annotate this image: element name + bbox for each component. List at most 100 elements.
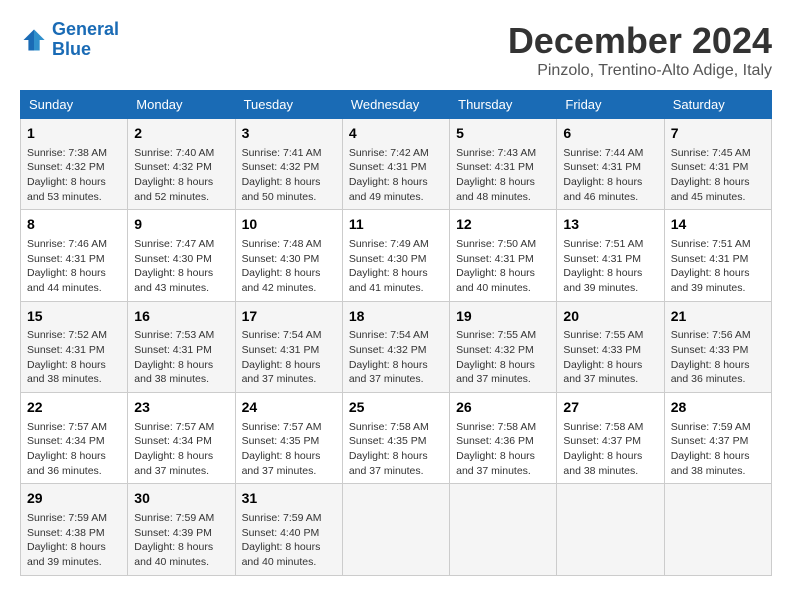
- month-title: December 2024: [508, 20, 772, 62]
- calendar-cell: 4Sunrise: 7:42 AMSunset: 4:31 PMDaylight…: [342, 119, 449, 210]
- calendar-cell: 3Sunrise: 7:41 AMSunset: 4:32 PMDaylight…: [235, 119, 342, 210]
- day-info: Sunrise: 7:53 AMSunset: 4:31 PMDaylight:…: [134, 328, 228, 387]
- day-info: Sunrise: 7:59 AMSunset: 4:38 PMDaylight:…: [27, 511, 121, 570]
- calendar-cell: 17Sunrise: 7:54 AMSunset: 4:31 PMDayligh…: [235, 301, 342, 392]
- calendar-cell: [557, 484, 664, 575]
- day-info: Sunrise: 7:48 AMSunset: 4:30 PMDaylight:…: [242, 237, 336, 296]
- calendar-header-row: SundayMondayTuesdayWednesdayThursdayFrid…: [21, 91, 772, 119]
- calendar-cell: 13Sunrise: 7:51 AMSunset: 4:31 PMDayligh…: [557, 210, 664, 301]
- day-info: Sunrise: 7:44 AMSunset: 4:31 PMDaylight:…: [563, 146, 657, 205]
- day-info: Sunrise: 7:56 AMSunset: 4:33 PMDaylight:…: [671, 328, 765, 387]
- day-info: Sunrise: 7:49 AMSunset: 4:30 PMDaylight:…: [349, 237, 443, 296]
- day-info: Sunrise: 7:41 AMSunset: 4:32 PMDaylight:…: [242, 146, 336, 205]
- calendar-cell: 28Sunrise: 7:59 AMSunset: 4:37 PMDayligh…: [664, 393, 771, 484]
- day-number: 4: [349, 124, 443, 144]
- day-info: Sunrise: 7:57 AMSunset: 4:34 PMDaylight:…: [134, 420, 228, 479]
- header-cell-saturday: Saturday: [664, 91, 771, 119]
- calendar-cell: 26Sunrise: 7:58 AMSunset: 4:36 PMDayligh…: [450, 393, 557, 484]
- location-subtitle: Pinzolo, Trentino-Alto Adige, Italy: [508, 62, 772, 80]
- day-info: Sunrise: 7:46 AMSunset: 4:31 PMDaylight:…: [27, 237, 121, 296]
- day-number: 23: [134, 398, 228, 418]
- day-number: 21: [671, 307, 765, 327]
- day-info: Sunrise: 7:54 AMSunset: 4:32 PMDaylight:…: [349, 328, 443, 387]
- calendar-cell: 16Sunrise: 7:53 AMSunset: 4:31 PMDayligh…: [128, 301, 235, 392]
- header-cell-friday: Friday: [557, 91, 664, 119]
- calendar-cell: 14Sunrise: 7:51 AMSunset: 4:31 PMDayligh…: [664, 210, 771, 301]
- day-info: Sunrise: 7:40 AMSunset: 4:32 PMDaylight:…: [134, 146, 228, 205]
- day-info: Sunrise: 7:55 AMSunset: 4:32 PMDaylight:…: [456, 328, 550, 387]
- logo: General Blue: [20, 20, 119, 60]
- page-wrapper: General Blue December 2024 Pinzolo, Tren…: [20, 20, 772, 576]
- day-number: 22: [27, 398, 121, 418]
- calendar-cell: 12Sunrise: 7:50 AMSunset: 4:31 PMDayligh…: [450, 210, 557, 301]
- day-number: 6: [563, 124, 657, 144]
- calendar-table: SundayMondayTuesdayWednesdayThursdayFrid…: [20, 90, 772, 576]
- calendar-cell: 27Sunrise: 7:58 AMSunset: 4:37 PMDayligh…: [557, 393, 664, 484]
- day-number: 9: [134, 215, 228, 235]
- day-number: 24: [242, 398, 336, 418]
- day-number: 3: [242, 124, 336, 144]
- day-number: 30: [134, 489, 228, 509]
- day-number: 29: [27, 489, 121, 509]
- calendar-cell: 23Sunrise: 7:57 AMSunset: 4:34 PMDayligh…: [128, 393, 235, 484]
- day-number: 28: [671, 398, 765, 418]
- header-cell-thursday: Thursday: [450, 91, 557, 119]
- day-info: Sunrise: 7:50 AMSunset: 4:31 PMDaylight:…: [456, 237, 550, 296]
- day-info: Sunrise: 7:57 AMSunset: 4:35 PMDaylight:…: [242, 420, 336, 479]
- day-info: Sunrise: 7:45 AMSunset: 4:31 PMDaylight:…: [671, 146, 765, 205]
- day-info: Sunrise: 7:54 AMSunset: 4:31 PMDaylight:…: [242, 328, 336, 387]
- calendar-cell: 11Sunrise: 7:49 AMSunset: 4:30 PMDayligh…: [342, 210, 449, 301]
- day-number: 19: [456, 307, 550, 327]
- day-info: Sunrise: 7:59 AMSunset: 4:37 PMDaylight:…: [671, 420, 765, 479]
- day-info: Sunrise: 7:59 AMSunset: 4:40 PMDaylight:…: [242, 511, 336, 570]
- calendar-cell: [450, 484, 557, 575]
- calendar-cell: 1Sunrise: 7:38 AMSunset: 4:32 PMDaylight…: [21, 119, 128, 210]
- calendar-cell: 9Sunrise: 7:47 AMSunset: 4:30 PMDaylight…: [128, 210, 235, 301]
- day-number: 26: [456, 398, 550, 418]
- logo-icon: [20, 26, 48, 54]
- day-number: 5: [456, 124, 550, 144]
- day-info: Sunrise: 7:58 AMSunset: 4:36 PMDaylight:…: [456, 420, 550, 479]
- day-info: Sunrise: 7:43 AMSunset: 4:31 PMDaylight:…: [456, 146, 550, 205]
- calendar-cell: 2Sunrise: 7:40 AMSunset: 4:32 PMDaylight…: [128, 119, 235, 210]
- day-info: Sunrise: 7:57 AMSunset: 4:34 PMDaylight:…: [27, 420, 121, 479]
- calendar-cell: 18Sunrise: 7:54 AMSunset: 4:32 PMDayligh…: [342, 301, 449, 392]
- day-number: 2: [134, 124, 228, 144]
- day-info: Sunrise: 7:47 AMSunset: 4:30 PMDaylight:…: [134, 237, 228, 296]
- day-info: Sunrise: 7:38 AMSunset: 4:32 PMDaylight:…: [27, 146, 121, 205]
- calendar-cell: 22Sunrise: 7:57 AMSunset: 4:34 PMDayligh…: [21, 393, 128, 484]
- calendar-cell: 21Sunrise: 7:56 AMSunset: 4:33 PMDayligh…: [664, 301, 771, 392]
- calendar-cell: 8Sunrise: 7:46 AMSunset: 4:31 PMDaylight…: [21, 210, 128, 301]
- day-number: 1: [27, 124, 121, 144]
- day-number: 14: [671, 215, 765, 235]
- header-cell-monday: Monday: [128, 91, 235, 119]
- calendar-cell: 7Sunrise: 7:45 AMSunset: 4:31 PMDaylight…: [664, 119, 771, 210]
- calendar-week-row: 29Sunrise: 7:59 AMSunset: 4:38 PMDayligh…: [21, 484, 772, 575]
- calendar-cell: 29Sunrise: 7:59 AMSunset: 4:38 PMDayligh…: [21, 484, 128, 575]
- day-info: Sunrise: 7:58 AMSunset: 4:37 PMDaylight:…: [563, 420, 657, 479]
- calendar-week-row: 8Sunrise: 7:46 AMSunset: 4:31 PMDaylight…: [21, 210, 772, 301]
- day-number: 10: [242, 215, 336, 235]
- calendar-week-row: 1Sunrise: 7:38 AMSunset: 4:32 PMDaylight…: [21, 119, 772, 210]
- day-number: 13: [563, 215, 657, 235]
- calendar-cell: [664, 484, 771, 575]
- day-info: Sunrise: 7:59 AMSunset: 4:39 PMDaylight:…: [134, 511, 228, 570]
- calendar-week-row: 22Sunrise: 7:57 AMSunset: 4:34 PMDayligh…: [21, 393, 772, 484]
- day-number: 18: [349, 307, 443, 327]
- calendar-cell: 10Sunrise: 7:48 AMSunset: 4:30 PMDayligh…: [235, 210, 342, 301]
- calendar-cell: 20Sunrise: 7:55 AMSunset: 4:33 PMDayligh…: [557, 301, 664, 392]
- day-info: Sunrise: 7:52 AMSunset: 4:31 PMDaylight:…: [27, 328, 121, 387]
- day-info: Sunrise: 7:58 AMSunset: 4:35 PMDaylight:…: [349, 420, 443, 479]
- calendar-cell: 25Sunrise: 7:58 AMSunset: 4:35 PMDayligh…: [342, 393, 449, 484]
- calendar-cell: 6Sunrise: 7:44 AMSunset: 4:31 PMDaylight…: [557, 119, 664, 210]
- day-number: 7: [671, 124, 765, 144]
- header-cell-tuesday: Tuesday: [235, 91, 342, 119]
- day-number: 20: [563, 307, 657, 327]
- day-number: 16: [134, 307, 228, 327]
- day-number: 27: [563, 398, 657, 418]
- calendar-cell: 31Sunrise: 7:59 AMSunset: 4:40 PMDayligh…: [235, 484, 342, 575]
- calendar-cell: 30Sunrise: 7:59 AMSunset: 4:39 PMDayligh…: [128, 484, 235, 575]
- calendar-week-row: 15Sunrise: 7:52 AMSunset: 4:31 PMDayligh…: [21, 301, 772, 392]
- calendar-cell: 19Sunrise: 7:55 AMSunset: 4:32 PMDayligh…: [450, 301, 557, 392]
- day-info: Sunrise: 7:42 AMSunset: 4:31 PMDaylight:…: [349, 146, 443, 205]
